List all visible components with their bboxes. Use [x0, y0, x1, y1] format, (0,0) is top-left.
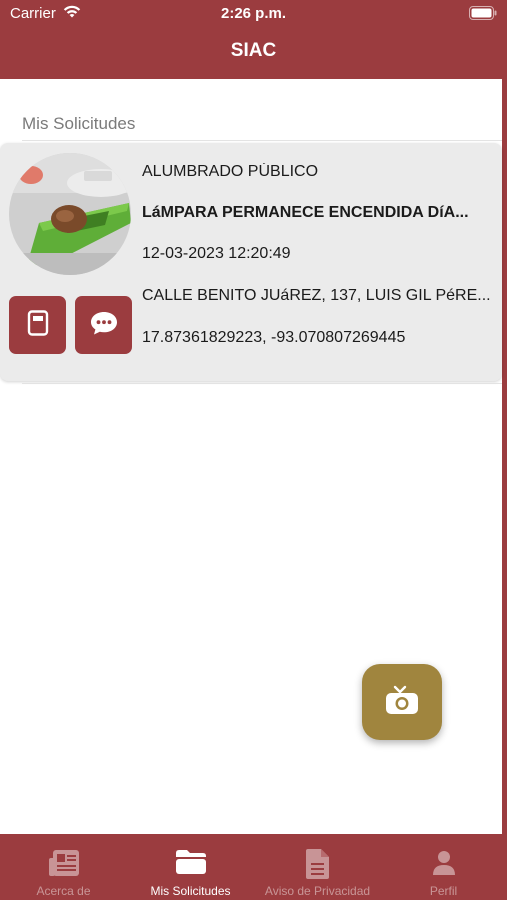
tab-bar: Acerca de Mis Solicitudes Aviso de Priva… [0, 834, 507, 900]
page-title: SIAC [230, 40, 277, 61]
tab-label: Mis Solicitudes [150, 884, 231, 898]
document-icon [254, 848, 381, 880]
tab-mis-solicitudes[interactable]: Mis Solicitudes [127, 834, 254, 900]
battery-icon [469, 6, 497, 24]
camera-button[interactable] [362, 664, 442, 740]
tab-perfil[interactable]: Perfil [380, 834, 507, 900]
tab-acerca-de[interactable]: Acerca de [0, 834, 127, 900]
navigation-bar: Carrier 2:26 p.m. SIAC [0, 0, 507, 79]
comment-button[interactable] [75, 296, 132, 354]
request-coordinates: 17.87361829223, -93.070807269445 [142, 329, 406, 346]
request-photo [9, 153, 131, 275]
request-address: CALLE BENITO JUáREZ, 137, LUIS GIL PéRE.… [142, 287, 491, 304]
tab-aviso-de-privacidad[interactable]: Aviso de Privacidad [254, 834, 381, 900]
request-title: LáMPARA PERMANECE ENCENDIDA DíA... [142, 204, 469, 221]
status-bar: Carrier 2:26 p.m. [0, 0, 507, 28]
request-card[interactable]: ALUMBRADO PÚBLICO LáMPARA PERMANECE ENCE… [0, 143, 502, 381]
detail-button[interactable] [9, 296, 66, 354]
newspaper-icon [0, 848, 127, 880]
scroll-edge [502, 79, 507, 834]
divider [22, 383, 502, 384]
folder-icon [127, 848, 254, 880]
person-icon [380, 848, 507, 880]
tab-label: Perfil [429, 884, 458, 898]
tab-label: Acerca de [36, 884, 91, 898]
request-datetime: 12-03-2023 12:20:49 [142, 245, 291, 262]
divider [22, 140, 502, 141]
detail-icon [27, 309, 49, 341]
section-title: Mis Solicitudes [22, 114, 136, 133]
clock: 2:26 p.m. [220, 5, 287, 22]
comment-icon [89, 310, 119, 341]
request-category: ALUMBRADO PÚBLICO [142, 163, 319, 180]
camera-icon [384, 684, 420, 721]
tab-label: Aviso de Privacidad [264, 884, 371, 898]
